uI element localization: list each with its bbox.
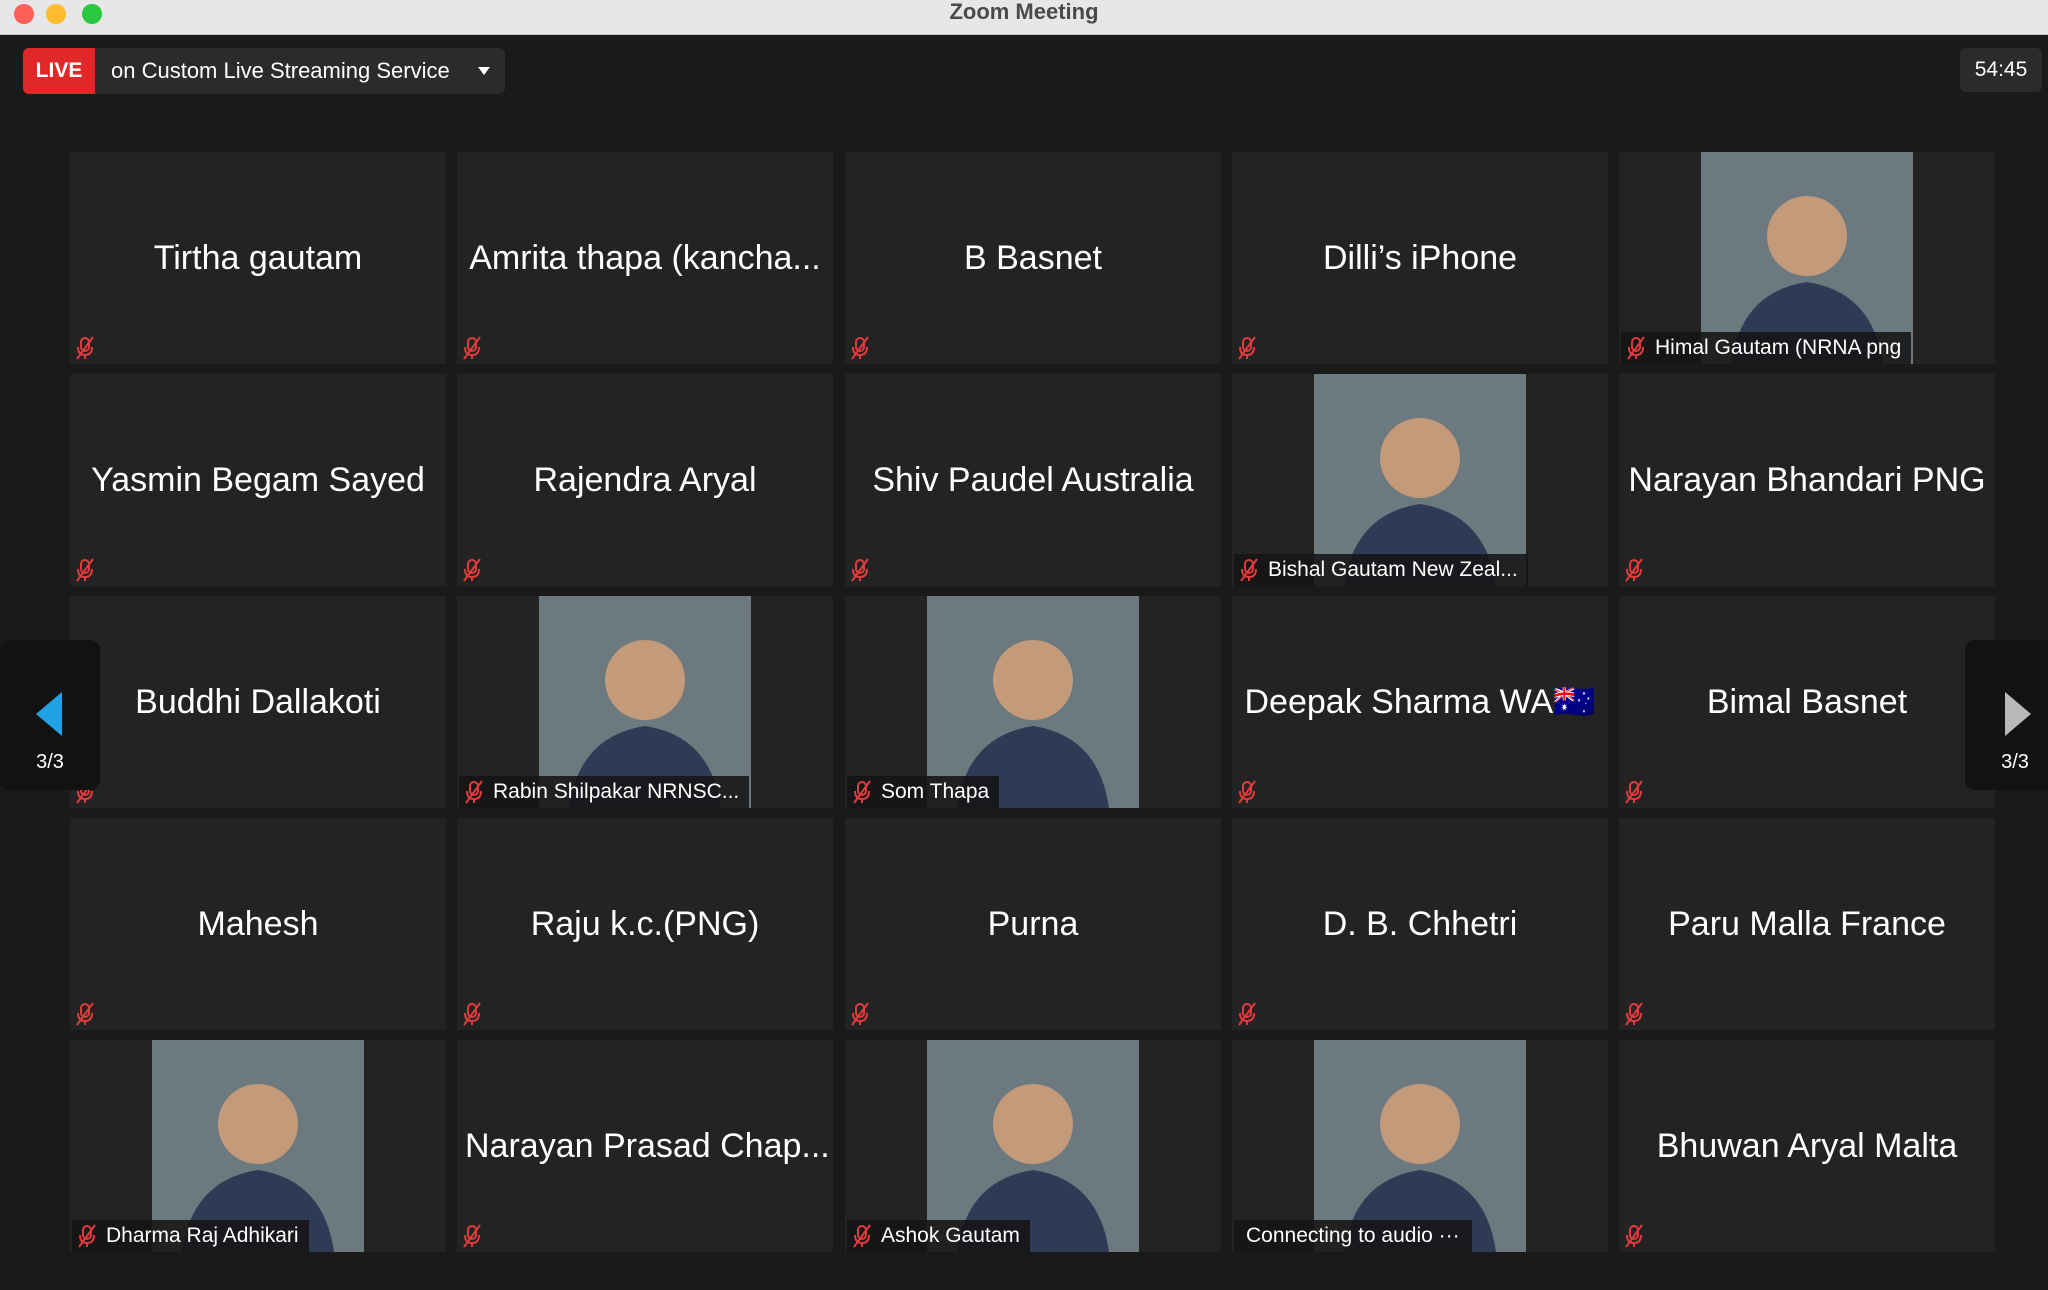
participant-tile[interactable]: Dilli’s iPhone [1232,152,1608,364]
participant-tile[interactable]: Amrita thapa (kancha... [457,152,833,364]
participant-name: D. B. Chhetri [1322,905,1518,943]
mic-muted-icon [1238,558,1260,582]
mic-muted-icon [461,1002,483,1026]
participant-name: Purna [987,905,1079,943]
mic-muted-icon [1623,1002,1645,1026]
participant-name: Tirtha gautam [153,239,363,277]
mic-muted-icon [461,336,483,360]
participant-tile[interactable]: Ashok Gautam [845,1040,1221,1252]
page-count-right: 3/3 [2001,751,2029,773]
participant-tile[interactable]: Buddhi Dallakoti [70,596,446,808]
mic-muted-icon [1236,780,1258,804]
mic-muted-icon [461,1224,483,1248]
participant-name: Paru Malla France [1668,905,1946,943]
participant-tile[interactable]: Raju k.c.(PNG) [457,818,833,1030]
previous-page-button[interactable]: 3/3 [0,640,100,790]
mic-muted-icon [849,336,871,360]
page-count-left: 3/3 [36,751,64,773]
mic-muted-icon [1623,1224,1645,1248]
mic-muted-icon [76,1224,98,1248]
title-bar: Zoom Meeting [0,0,2048,35]
participant-tile[interactable]: Dharma Raj Adhikari [70,1040,446,1252]
participant-tile[interactable]: Himal Gautam (NRNA png [1619,152,1995,364]
participant-tile[interactable]: D. B. Chhetri [1232,818,1608,1030]
mic-muted-icon [1623,558,1645,582]
participant-tile[interactable]: Narayan Bhandari PNG [1619,374,1995,586]
participant-name: Rabin Shilpakar NRNSC... [493,780,740,803]
participant-name-tag: Som Thapa [847,776,1000,808]
participant-tile[interactable]: Rabin Shilpakar NRNSC... [457,596,833,808]
participant-name-tag: Bishal Gautam New Zeal... [1234,554,1528,586]
live-badge: LIVE [23,48,95,94]
participant-name: Shiv Paudel Australia [872,461,1194,499]
mic-muted-icon [1623,780,1645,804]
participant-name-tag: Rabin Shilpakar NRNSC... [459,776,750,808]
live-stream-label: on Custom Live Streaming Service [111,58,450,83]
participant-tile[interactable]: Bishal Gautam New Zeal... [1232,374,1608,586]
participant-tile[interactable]: Som Thapa [845,596,1221,808]
participant-name: Yasmin Begam Sayed [91,461,425,499]
participant-name: Bimal Basnet [1706,683,1908,721]
participant-tile[interactable]: Tirtha gautam [70,152,446,364]
participant-name: Himal Gautam (NRNA png [1655,336,1902,359]
participant-name: B Basnet [964,239,1102,277]
participant-name: Bhuwan Aryal Malta [1656,1127,1958,1165]
mic-muted-icon [74,1002,96,1026]
participant-name-tag: Himal Gautam (NRNA png [1621,332,1912,364]
arrow-right-icon [2005,692,2031,736]
participant-tile[interactable]: Yasmin Begam Sayed [70,374,446,586]
participant-name: Dharma Raj Adhikari [106,1224,299,1247]
mic-muted-icon [1236,1002,1258,1026]
participant-tile[interactable]: Narayan Prasad Chap... [457,1040,833,1252]
next-page-button[interactable]: 3/3 [1965,640,2048,790]
mic-muted-icon [851,1224,873,1248]
participant-tile[interactable]: Bimal Basnet [1619,596,1995,808]
participant-name: Mahesh [197,905,319,943]
mic-muted-icon [463,780,485,804]
participant-name: Bishal Gautam New Zeal... [1268,558,1518,581]
participant-tile[interactable]: Purna [845,818,1221,1030]
participant-tile[interactable]: Bhuwan Aryal Malta [1619,1040,1995,1252]
mic-muted-icon [851,780,873,804]
mic-muted-icon [1625,336,1647,360]
mic-muted-icon [849,558,871,582]
participant-tile[interactable]: Deepak Sharma WA🇦🇺 [1232,596,1608,808]
chevron-down-icon [478,67,490,75]
mic-muted-icon [461,558,483,582]
participant-name: Dilli’s iPhone [1322,239,1518,277]
participant-name: Raju k.c.(PNG) [530,905,760,943]
window-title: Zoom Meeting [949,0,1099,24]
mic-muted-icon [849,1002,871,1026]
meeting-timer: 54:45 [1960,48,2042,92]
participant-name: Amrita thapa (kancha... [469,239,821,277]
participant-name: Narayan Prasad Chap... [465,1127,830,1165]
mic-muted-icon [74,336,96,360]
participant-tile[interactable]: Connecting to audio ··· [1232,1040,1608,1252]
participant-tile[interactable]: Mahesh [70,818,446,1030]
participant-name-tag: Ashok Gautam [847,1220,1030,1252]
participant-name: Rajendra Aryal [533,461,757,499]
mic-muted-icon [1236,336,1258,360]
participant-tile[interactable]: B Basnet [845,152,1221,364]
participant-name: Som Thapa [881,780,990,803]
participant-tile[interactable]: Paru Malla France [1619,818,1995,1030]
participant-name: Buddhi Dallakoti [135,683,381,721]
arrow-left-icon [36,692,62,736]
participant-tile[interactable]: Rajendra Aryal [457,374,833,586]
mic-muted-icon [74,558,96,582]
participant-status-tag: Connecting to audio ··· [1234,1220,1472,1252]
participant-tile[interactable]: Shiv Paudel Australia [845,374,1221,586]
participant-name: Ashok Gautam [881,1224,1020,1247]
participant-name-tag: Dharma Raj Adhikari [72,1220,309,1252]
live-stream-menu[interactable]: LIVE on Custom Live Streaming Service [23,48,505,94]
participant-name: Deepak Sharma WA🇦🇺 [1244,683,1596,721]
participant-name: Narayan Bhandari PNG [1628,461,1986,499]
